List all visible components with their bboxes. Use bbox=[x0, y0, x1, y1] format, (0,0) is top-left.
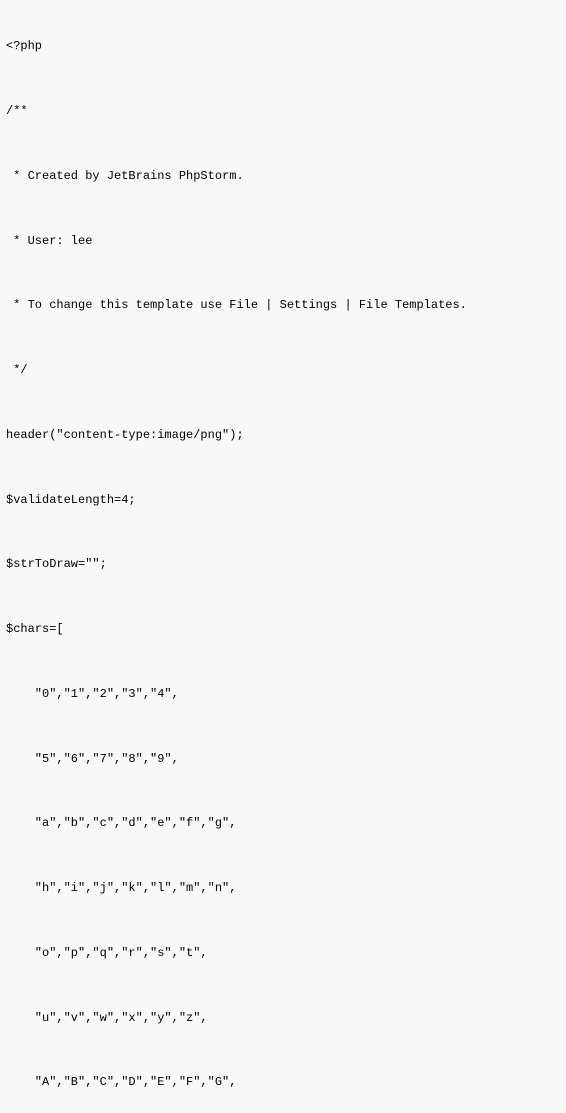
code-line: /** bbox=[6, 103, 558, 119]
code-line: */ bbox=[6, 362, 558, 378]
code-line: $chars=[ bbox=[6, 621, 558, 637]
code-line: * Created by JetBrains PhpStorm. bbox=[6, 168, 558, 184]
code-line: <?php bbox=[6, 38, 558, 54]
code-line: "A","B","C","D","E","F","G", bbox=[6, 1074, 558, 1090]
code-line: "o","p","q","r","s","t", bbox=[6, 945, 558, 961]
code-line: "0","1","2","3","4", bbox=[6, 686, 558, 702]
code-line: "a","b","c","d","e","f","g", bbox=[6, 815, 558, 831]
code-line: "5","6","7","8","9", bbox=[6, 751, 558, 767]
code-line: $validateLength=4; bbox=[6, 492, 558, 508]
code-line: header("content-type:image/png"); bbox=[6, 427, 558, 443]
code-line: "u","v","w","x","y","z", bbox=[6, 1010, 558, 1026]
code-block: <?php /** * Created by JetBrains PhpStor… bbox=[0, 0, 566, 1113]
code-line: * To change this template use File | Set… bbox=[6, 297, 558, 313]
code-line: "h","i","j","k","l","m","n", bbox=[6, 880, 558, 896]
code-line: * User: lee bbox=[6, 233, 558, 249]
code-line: $strToDraw=""; bbox=[6, 556, 558, 572]
